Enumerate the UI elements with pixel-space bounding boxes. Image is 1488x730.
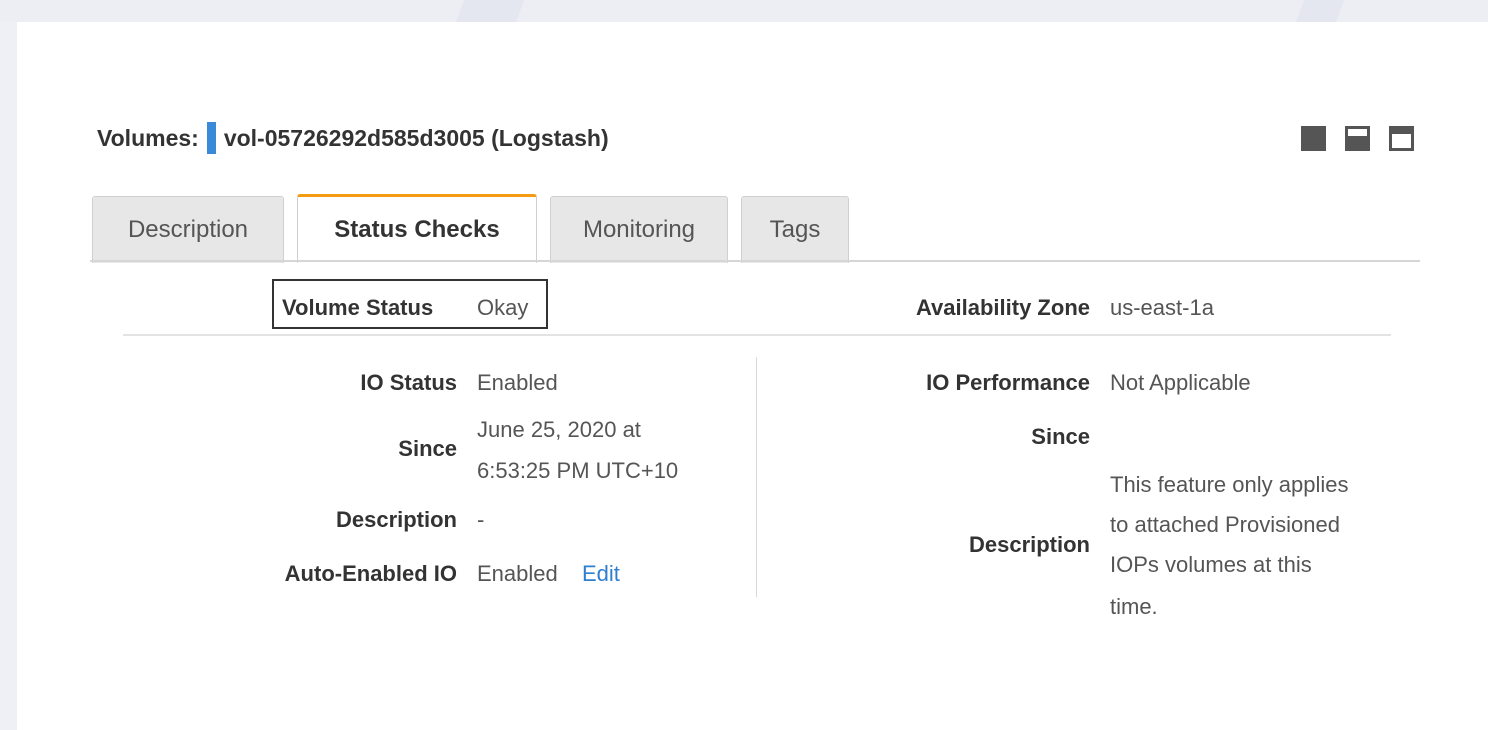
io-description-line: This feature only applies — [1110, 472, 1349, 497]
tab-bar: Description Status Checks Monitoring Tag… — [92, 194, 862, 263]
io-status-label: IO Status — [360, 370, 457, 395]
io-description-label: Description — [968, 532, 1090, 557]
panel-full-icon[interactable] — [1301, 126, 1326, 151]
since-value-line2: 6:53:25 PM UTC+10 — [477, 458, 679, 483]
io-performance-value: Not Applicable — [1110, 370, 1251, 395]
panel-size-controls — [1301, 126, 1414, 151]
io-description-line: IOPs volumes at this — [1110, 552, 1312, 577]
volume-name: vol-05726292d585d3005 (Logstash) — [223, 124, 609, 151]
description-label: Description — [335, 507, 457, 532]
since-label: Since — [398, 436, 457, 461]
background-decoration — [455, 0, 525, 22]
volume-status-value: Okay — [477, 295, 529, 320]
title-label: Volumes: — [97, 124, 199, 151]
column-divider — [756, 357, 757, 597]
page-background-band — [0, 0, 1488, 22]
background-decoration — [1295, 0, 1345, 22]
page-title: Volumes: vol-05726292d585d3005 (Logstash… — [97, 122, 609, 154]
section-divider — [123, 334, 1391, 336]
tab-description[interactable]: Description — [92, 196, 284, 263]
io-since-label: Since — [1031, 424, 1090, 449]
availability-zone-value: us-east-1a — [1110, 295, 1214, 320]
io-status-value: Enabled — [477, 370, 558, 395]
edit-link[interactable]: Edit — [582, 561, 620, 587]
availability-zone-label: Availability Zone — [915, 295, 1090, 320]
io-description-line: time. — [1110, 594, 1158, 619]
panel-min-icon[interactable] — [1389, 126, 1414, 151]
tab-monitoring[interactable]: Monitoring — [550, 196, 728, 263]
description-value: - — [477, 507, 485, 532]
volume-status-label: Volume Status — [282, 295, 434, 320]
tab-divider — [90, 260, 1420, 262]
auto-enabled-io-value: Enabled — [477, 561, 558, 586]
io-description-line: to attached Provisioned — [1110, 512, 1340, 537]
details-panel: Volumes: vol-05726292d585d3005 (Logstash… — [17, 22, 1488, 730]
tab-status-checks[interactable]: Status Checks — [297, 194, 537, 263]
panel-split-icon[interactable] — [1345, 126, 1370, 151]
tab-tags[interactable]: Tags — [741, 196, 849, 263]
volume-color-marker — [206, 122, 216, 154]
auto-enabled-io-label: Auto-Enabled IO — [284, 561, 457, 586]
since-value-line1: June 25, 2020 at — [477, 417, 641, 442]
io-performance-label: IO Performance — [926, 370, 1090, 395]
